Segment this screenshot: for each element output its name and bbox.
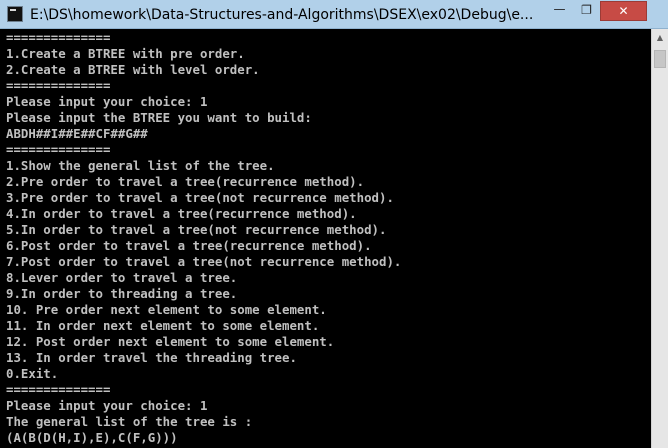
minimize-icon: — [553, 2, 566, 16]
console-line: 8.Lever order to travel a tree. [6, 270, 238, 285]
console-line: ============== [6, 30, 111, 45]
console-line: 6.Post order to travel a tree(recurrence… [6, 238, 372, 253]
console-line: 13. In order travel the threading tree. [6, 350, 297, 365]
scroll-thumb[interactable] [654, 50, 666, 68]
console-line: The general list of the tree is : [6, 414, 253, 429]
console-line: 0.Exit. [6, 366, 59, 381]
console-line: ABDH##I##E##CF##G## [6, 126, 148, 141]
console-line: ============== [6, 382, 111, 397]
console-line: 5.In order to travel a tree(not recurren… [6, 222, 387, 237]
console-line: (A(B(D(H,I),E),C(F,G))) [6, 430, 178, 445]
console-line: 10. Pre order next element to some eleme… [6, 302, 327, 317]
console-line: Please input the BTREE you want to build… [6, 110, 312, 125]
window-title: E:\DS\homework\Data-Structures-and-Algor… [30, 7, 534, 23]
console-app-icon[interactable] [7, 6, 23, 22]
console-line: 11. In order next element to some elemen… [6, 318, 320, 333]
console-line: 9.In order to threading a tree. [6, 286, 238, 301]
console-line: 1.Show the general list of the tree. [6, 158, 275, 173]
console-line: 12. Post order next element to some elem… [6, 334, 335, 349]
close-button[interactable]: ✕ [600, 1, 647, 21]
console-line: 7.Post order to travel a tree(not recurr… [6, 254, 402, 269]
maximize-button[interactable]: ❐ [573, 1, 600, 21]
console-line: 3.Pre order to travel a tree(not recurre… [6, 190, 394, 205]
console-window: E:\DS\homework\Data-Structures-and-Algor… [0, 0, 668, 448]
scroll-up-arrow-icon[interactable]: ▲ [652, 29, 668, 46]
console-line: 2.Create a BTREE with level order. [6, 62, 260, 77]
title-bar[interactable]: E:\DS\homework\Data-Structures-and-Algor… [0, 0, 668, 29]
console-line: Please input your choice: 1 [6, 94, 208, 109]
console-line: 2.Pre order to travel a tree(recurrence … [6, 174, 365, 189]
console-line: ============== [6, 142, 111, 157]
console-line: 1.Create a BTREE with pre order. [6, 46, 245, 61]
maximize-icon: ❐ [581, 3, 592, 17]
minimize-button[interactable]: — [546, 1, 573, 21]
console-line: 4.In order to travel a tree(recurrence m… [6, 206, 357, 221]
vertical-scrollbar[interactable]: ▲ [651, 29, 668, 448]
console-line: ============== [6, 78, 111, 93]
console-line: Please input your choice: 1 [6, 398, 208, 413]
console-output[interactable]: ============== 1.Create a BTREE with pre… [4, 30, 644, 448]
close-icon: ✕ [618, 4, 629, 18]
